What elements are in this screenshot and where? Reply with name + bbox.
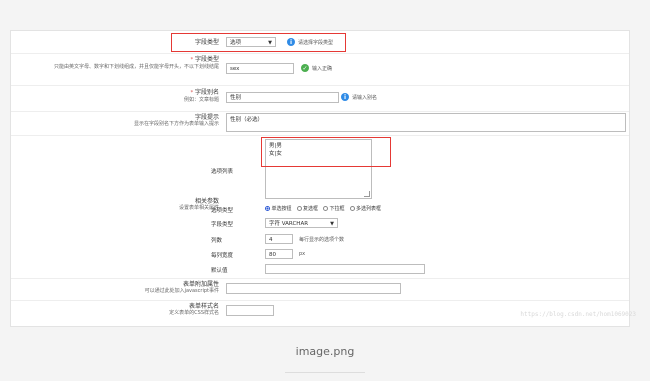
radio-dot (265, 206, 270, 211)
option-type-radios: 单选按钮 复选框 下拉框 多选列表框 (265, 205, 381, 212)
radio-dot (323, 206, 329, 211)
form-attr-input[interactable] (226, 283, 401, 294)
field-tip-input[interactable]: 性别（必选） (226, 113, 626, 132)
field-name-input[interactable]: sex (226, 63, 294, 74)
watermark: https://blog.csdn.net/hom1069023 (520, 311, 636, 318)
resize-handle[interactable] (364, 191, 370, 197)
columns-hint: 每行显示的选项个数 (299, 237, 345, 243)
field-alias-hint: i 请输入别名 (341, 93, 377, 101)
row-form-attr: 表单附加属性 可以通过此处加入javascript事件 (11, 278, 629, 301)
radio-dropdown[interactable]: 下拉框 (323, 205, 345, 212)
row-field-type: 字段类型 选项 ▼ i 请选择字段类型 (11, 31, 629, 54)
option-type-label: 选项类型 (211, 208, 234, 214)
field-alias-label: * 字段别名 例如：文章标题 (183, 89, 219, 103)
default-value-label: 默认值 (211, 268, 228, 274)
highlight-box-options (261, 137, 391, 167)
form-style-label: 表单样式名 定义表单的CSS样式名 (169, 303, 219, 316)
field-tip-label: 字段提示 显示在字段别名下方作为表单输入提示 (133, 114, 219, 127)
row-field-alias: * 字段别名 例如：文章标题 性别 i 请输入别名 (11, 85, 629, 112)
row-field-tip: 字段提示 显示在字段别名下方作为表单输入提示 性别（必选） (11, 111, 629, 136)
field-alias-input[interactable]: 性别 (226, 92, 339, 103)
form-style-input[interactable] (226, 305, 274, 316)
related-label: 相关参数 设置表单相关属性 (178, 198, 219, 211)
columns-input[interactable]: 4 (265, 234, 293, 244)
info-icon: i (341, 93, 349, 101)
caption-underline (285, 372, 365, 373)
radio-checkbox[interactable]: 复选框 (296, 205, 318, 212)
radio-dot (296, 206, 302, 211)
row-related: 相关参数 设置表单相关属性 选项列表 男|男 女|女 选项类型 单选按钮 复选框… (11, 135, 629, 279)
check-icon: ✓ (301, 64, 309, 72)
col-width-input[interactable]: 80 (265, 249, 293, 259)
default-value-input[interactable] (265, 264, 425, 274)
field-name-hint: ✓ 输入正确 (301, 64, 333, 72)
col-width-label: 每列宽度 (211, 253, 234, 259)
options-label: 选项列表 (211, 169, 234, 175)
field-kind-select[interactable]: 字符 VARCHAR ▼ (265, 218, 338, 228)
row-field-name: * 字段类型 只能由英文字母、数字和下划线组成，并且仅能字母开头，不以下划线结尾… (11, 53, 629, 86)
image-caption: image.png (295, 345, 355, 358)
highlight-box-field-type (171, 33, 346, 52)
columns-label: 列数 (211, 238, 223, 244)
radio-single[interactable]: 单选按钮 (265, 205, 292, 212)
field-name-label: * 字段类型 只能由英文字母、数字和下划线组成，并且仅能字母开头，不以下划线结尾 (53, 56, 219, 70)
chevron-down-icon: ▼ (330, 221, 334, 227)
form-panel: 字段类型 选项 ▼ i 请选择字段类型 * 字段类型 只能由英文字母、数字和下划线… (10, 30, 630, 327)
radio-dot (349, 206, 355, 211)
field-kind-label: 字段类型 (211, 222, 234, 228)
col-width-unit: px (299, 251, 306, 257)
radio-multilist[interactable]: 多选列表框 (349, 205, 381, 212)
form-attr-label: 表单附加属性 可以通过此处加入javascript事件 (144, 281, 219, 294)
